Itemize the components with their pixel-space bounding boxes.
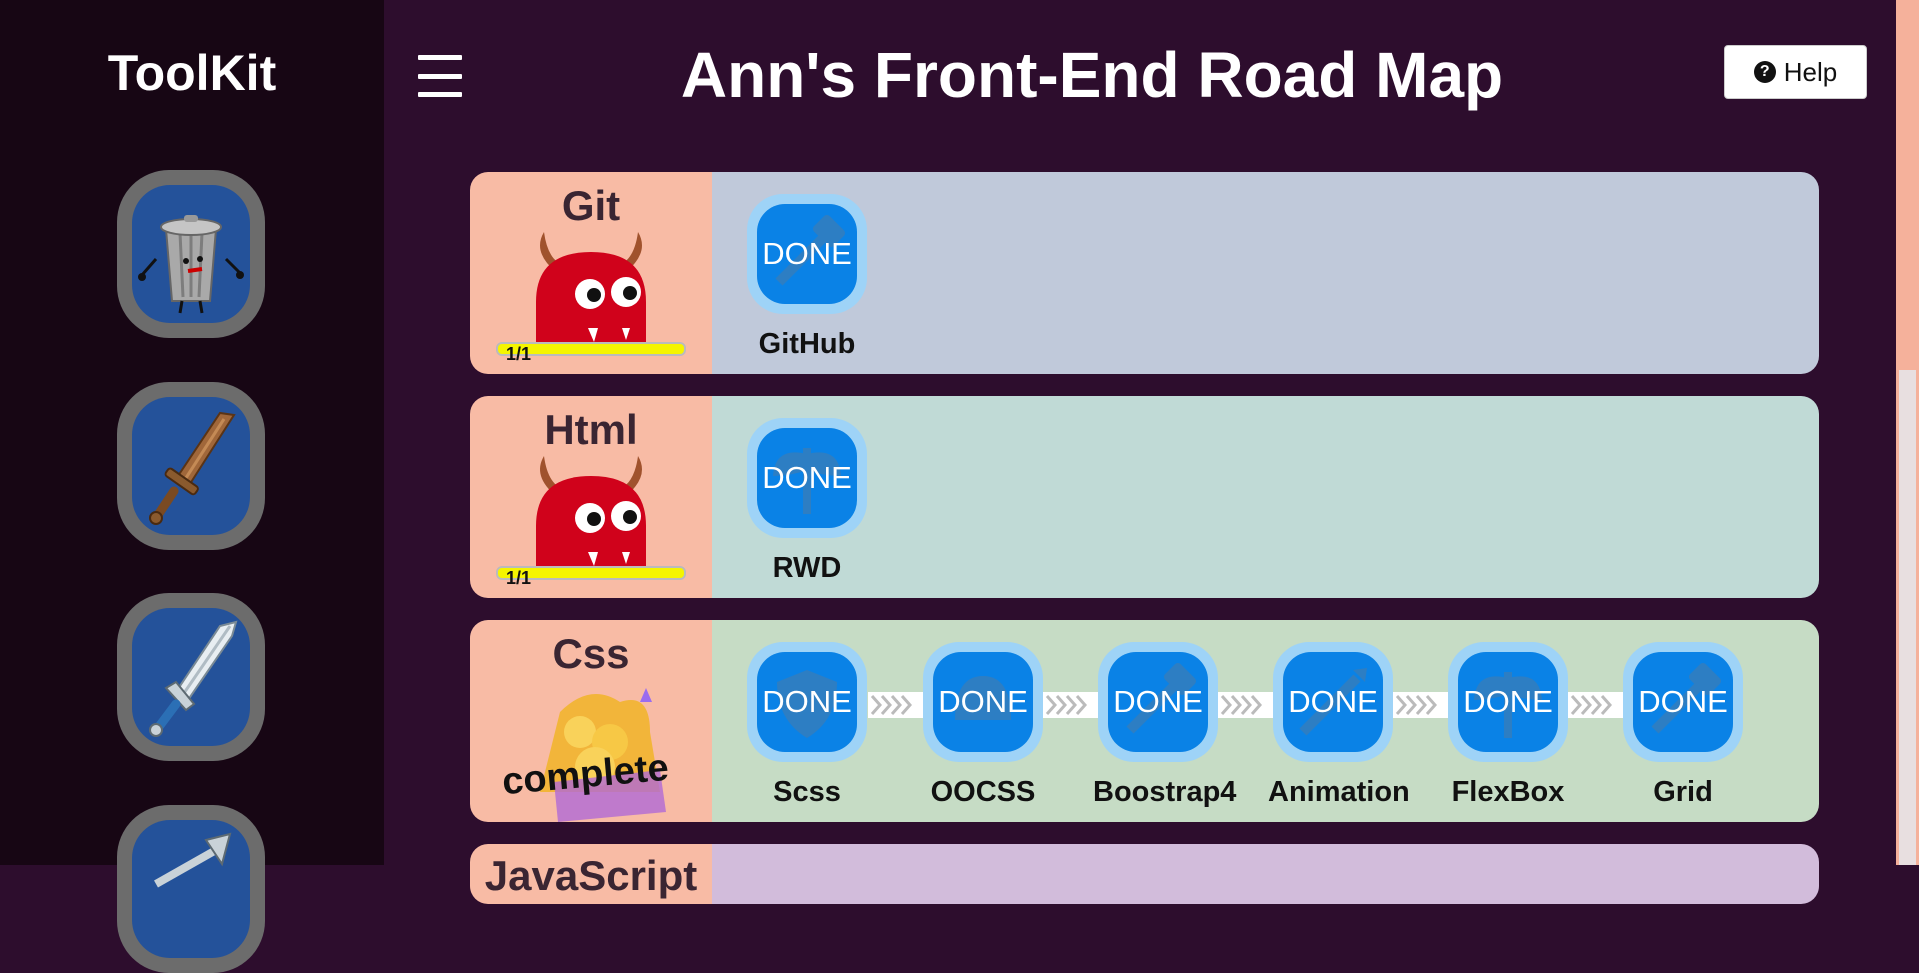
- skill-label: FlexBox: [1451, 776, 1565, 808]
- row-title: Git: [561, 182, 621, 229]
- progress-text: 1/1: [506, 344, 532, 364]
- skill-badge[interactable]: DONE: [747, 642, 867, 762]
- skill-label: Scss: [773, 776, 841, 808]
- row-skills: DONE Scss DONE OOCSS DONE Boostrap4 DONE…: [712, 620, 1819, 822]
- skill-scss[interactable]: DONE Scss: [742, 642, 872, 809]
- skill-label: Animation: [1268, 776, 1410, 808]
- row-skills: [712, 844, 1819, 904]
- red-monster-icon: [536, 456, 646, 566]
- sidebar-title: ToolKit: [107, 45, 277, 101]
- skill-badge[interactable]: DONE: [747, 194, 867, 314]
- tool-wooden-sword[interactable]: [117, 382, 265, 550]
- chevron-arrows-icon: [868, 692, 924, 718]
- steel-sword-icon: [149, 620, 238, 737]
- tool-axe[interactable]: [117, 805, 265, 973]
- skill-label: Grid: [1653, 776, 1713, 808]
- skill-status: DONE: [762, 460, 852, 495]
- skill-label: Boostrap4: [1093, 776, 1237, 808]
- skill-grid[interactable]: DONE Grid: [1618, 642, 1748, 809]
- tool-steel-sword[interactable]: [117, 593, 265, 761]
- row-title: Html: [544, 406, 638, 453]
- scrollbar-thumb[interactable]: [1899, 370, 1916, 865]
- toolkit-sidebar: ToolKit: [0, 0, 384, 973]
- trash-can-icon: [138, 215, 244, 314]
- tool-trash-can[interactable]: [117, 170, 265, 338]
- skill-rwd[interactable]: DONE RWD: [742, 418, 872, 585]
- skill-label: RWD: [772, 552, 842, 584]
- axe-icon: [154, 832, 232, 888]
- skill-github[interactable]: DONE GitHub: [742, 194, 872, 361]
- chevron-arrows-icon: [1393, 692, 1449, 718]
- skill-badge[interactable]: DONE: [1448, 642, 1568, 762]
- roadmap-row-git: Git 1/1 DONE GitHub: [470, 172, 1819, 374]
- chevron-arrows-icon: [1218, 692, 1274, 718]
- skill-boostrap4[interactable]: DONE Boostrap4: [1093, 642, 1237, 809]
- row-title: JavaScript: [484, 852, 698, 899]
- skill-badge[interactable]: DONE: [747, 418, 867, 538]
- help-label: Help: [1783, 56, 1838, 87]
- chevron-arrows-icon: [1568, 692, 1624, 718]
- hamburger-menu-icon[interactable]: [418, 55, 462, 97]
- skill-label: GitHub: [758, 328, 856, 360]
- roadmap-row-html: Html 1/1 DONE RWD: [470, 396, 1819, 598]
- page-title: Ann's Front-End Road Map: [680, 39, 1504, 111]
- roadmap-row-css: Css complete DONE Scss DONE OOCSS DONE B…: [470, 620, 1819, 822]
- red-monster-icon: [536, 232, 646, 342]
- skill-status: DONE: [762, 236, 852, 271]
- skill-badge[interactable]: DONE: [1098, 642, 1218, 762]
- roadmap-row-javascript: JavaScript: [470, 844, 1819, 904]
- chevron-arrows-icon: [1043, 692, 1099, 718]
- skill-label: OOCSS: [930, 776, 1036, 808]
- skill-flexbox[interactable]: DONE FlexBox: [1443, 642, 1573, 809]
- help-button[interactable]: ? Help: [1724, 45, 1867, 99]
- skill-status: DONE: [1113, 684, 1203, 719]
- skill-status: DONE: [1638, 684, 1728, 719]
- skill-status: DONE: [762, 684, 852, 719]
- skill-status: DONE: [1463, 684, 1553, 719]
- row-skills: DONE RWD: [712, 396, 1819, 598]
- skill-badge[interactable]: DONE: [923, 642, 1043, 762]
- wooden-sword-icon: [149, 411, 236, 525]
- row-header: Html 1/1: [470, 396, 712, 598]
- row-skills: DONE GitHub: [712, 172, 1819, 374]
- skill-badge[interactable]: DONE: [1273, 642, 1393, 762]
- row-title: Css: [552, 630, 630, 677]
- row-header: Css complete: [470, 620, 712, 822]
- question-circle-icon: ?: [1753, 61, 1776, 83]
- skill-status: DONE: [1288, 684, 1378, 719]
- skill-animation[interactable]: DONE Animation: [1268, 642, 1410, 809]
- skill-badge[interactable]: DONE: [1623, 642, 1743, 762]
- row-header: JavaScript: [470, 844, 712, 904]
- progress-text: 1/1: [506, 568, 532, 588]
- row-header: Git 1/1: [470, 172, 712, 374]
- skill-oocss[interactable]: DONE OOCSS: [918, 642, 1048, 809]
- skill-status: DONE: [938, 684, 1028, 719]
